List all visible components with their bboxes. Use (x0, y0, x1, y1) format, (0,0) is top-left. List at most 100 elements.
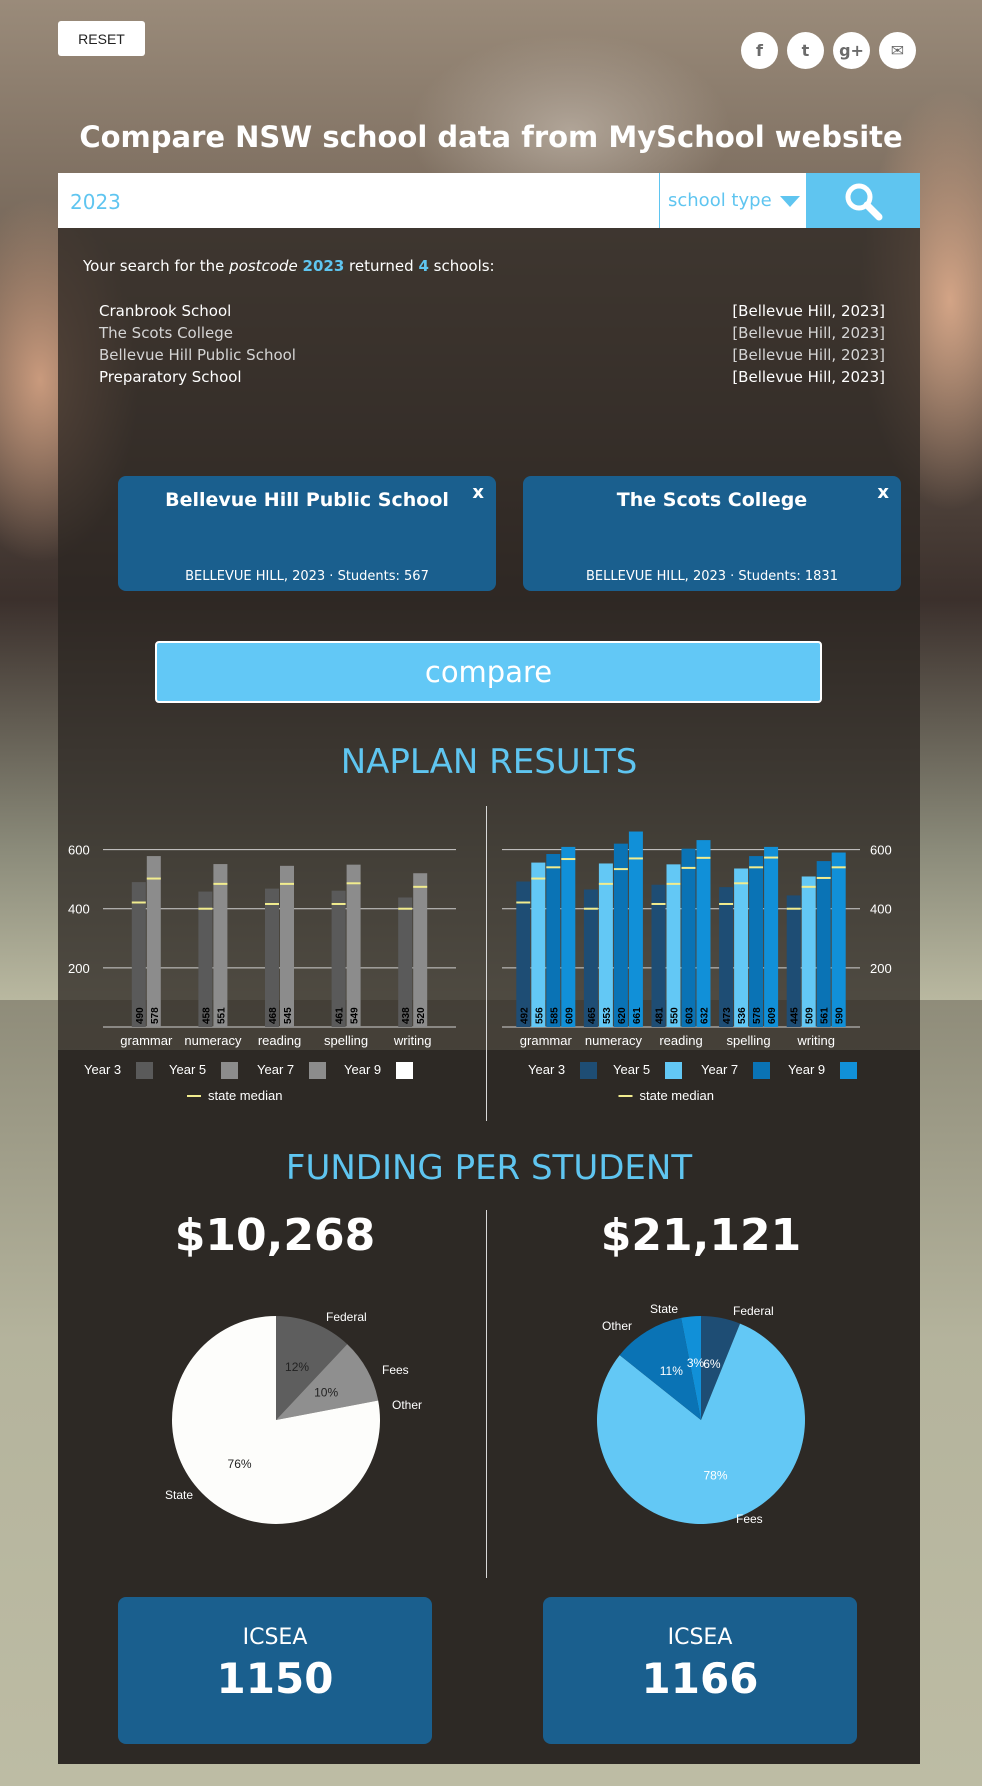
pie-percent-label: 10% (314, 1385, 338, 1399)
school-type-dropdown[interactable]: school type (659, 173, 803, 228)
pie-percent-label: 78% (703, 1468, 727, 1482)
pie-percent-label: 6% (703, 1357, 721, 1371)
search-input[interactable] (68, 189, 321, 215)
facebook-icon[interactable]: f (741, 32, 778, 69)
legend-label: state median (640, 1088, 714, 1103)
search-button[interactable] (806, 173, 920, 228)
x-tick-label: numeracy (585, 1033, 643, 1048)
bar-value-label: 609 (564, 1007, 575, 1024)
bar (280, 865, 294, 1027)
reset-button[interactable]: RESET (58, 21, 145, 56)
bar-value-label: 603 (685, 1007, 696, 1024)
bar-value-label: 561 (820, 1007, 831, 1024)
google-plus-icon[interactable]: g+ (833, 32, 870, 69)
bar-value-label: 468 (268, 1007, 279, 1024)
bar (213, 864, 228, 1027)
list-item[interactable]: The Scots College [Bellevue Hill, 2023] (99, 322, 885, 344)
x-tick-label: writing (393, 1033, 432, 1048)
bar-value-label: 590 (835, 1007, 846, 1024)
bar (666, 864, 681, 1027)
naplan-chart-right: 200 400 600 492 556 585 609 grammar 465 553 620 661… (502, 831, 892, 1103)
legend-swatch (221, 1062, 238, 1079)
bar-value-label: 549 (350, 1007, 361, 1024)
legend-swatch (136, 1062, 153, 1079)
legend-label: state median (208, 1088, 282, 1103)
pie-slice-label: State (165, 1488, 193, 1502)
y-tick-label: 200 (870, 961, 892, 976)
results-list: Cranbrook School [Bellevue Hill, 2023] Th… (99, 300, 885, 388)
legend-label: Year 9 (788, 1062, 825, 1077)
bar-value-label: 490 (135, 1007, 146, 1024)
bar-value-label: 536 (737, 1007, 748, 1024)
x-tick-label: reading (659, 1033, 702, 1048)
bar-value-label: 578 (752, 1007, 763, 1024)
school-type-label: school type (668, 190, 772, 211)
search-summary: Your search for the postcode 2023 return… (83, 257, 495, 275)
bar (749, 856, 764, 1027)
pie-percent-label: 76% (228, 1457, 252, 1471)
bar (413, 873, 428, 1027)
bar-value-label: 585 (549, 1007, 560, 1024)
bar (681, 848, 696, 1027)
bar (801, 876, 816, 1027)
twitter-icon[interactable]: t (787, 32, 824, 69)
bar (764, 846, 779, 1027)
pie-slice-label: Other (602, 1319, 632, 1333)
legend-swatch (580, 1062, 597, 1079)
school-meta: BELLEVUE HILL, 2023 · Students: 1831 (586, 569, 838, 584)
naplan-title: NAPLAN RESULTS (340, 742, 638, 782)
legend-swatch (753, 1062, 770, 1079)
legend-swatch (396, 1062, 413, 1079)
bar (265, 888, 279, 1027)
bar-value-label: 509 (805, 1007, 816, 1024)
pie-percent-label: 12% (285, 1360, 309, 1374)
x-tick-label: spelling (727, 1033, 771, 1048)
bar (628, 831, 643, 1027)
y-tick-label: 600 (68, 843, 90, 858)
bar (816, 861, 831, 1027)
y-tick-label: 600 (870, 843, 892, 858)
close-icon[interactable]: x (877, 482, 889, 503)
bar (546, 854, 561, 1027)
icsea-card: ICSEA 1166 (543, 1597, 857, 1744)
bar-value-label: 520 (416, 1007, 427, 1024)
bar-value-label: 661 (632, 1007, 643, 1024)
pie-percent-label: 11% (660, 1364, 683, 1378)
pie-slice-label: Other (392, 1398, 422, 1412)
bar (651, 884, 666, 1027)
bar-value-label: 445 (790, 1007, 801, 1024)
compare-button[interactable]: compare (155, 641, 822, 703)
bar (696, 840, 711, 1027)
selected-school-card: The Scots College x BELLEVUE HILL, 2023 … (523, 476, 901, 591)
bar (583, 889, 598, 1027)
bar-value-label: 473 (722, 1007, 733, 1024)
legend-swatch (840, 1062, 857, 1079)
search-icon (845, 183, 883, 220)
pie-slice-label: Fees (736, 1512, 763, 1526)
list-item[interactable]: Bellevue Hill Public School [Bellevue Hil… (99, 344, 885, 366)
mail-icon[interactable]: ✉ (879, 32, 916, 69)
divider (486, 1210, 487, 1578)
close-icon[interactable]: x (472, 482, 484, 503)
x-tick-label: grammar (120, 1033, 173, 1048)
funding-pie-left: 12% Federal 10% Fees Other 76% State (165, 1310, 422, 1524)
bar-value-label: 620 (617, 1007, 628, 1024)
bar-value-label: 458 (201, 1007, 212, 1024)
y-tick-label: 400 (870, 902, 892, 917)
legend-label: Year 9 (344, 1062, 381, 1077)
bar-value-label: 438 (401, 1007, 412, 1024)
x-tick-label: writing (796, 1033, 835, 1048)
bar (719, 887, 734, 1027)
x-tick-label: numeracy (184, 1033, 242, 1048)
icsea-card: ICSEA 1150 (118, 1597, 432, 1744)
legend-swatch (665, 1062, 682, 1079)
bar (598, 863, 613, 1027)
bar-value-label: 481 (655, 1007, 666, 1024)
icsea-value: 1150 (216, 1654, 334, 1703)
bar-value-label: 492 (519, 1007, 530, 1024)
list-item[interactable]: Preparatory School [Bellevue Hill, 2023] (99, 366, 885, 388)
selected-school-card: Bellevue Hill Public School x BELLEVUE H… (118, 476, 496, 591)
icsea-label: ICSEA (667, 1625, 733, 1650)
list-item[interactable]: Cranbrook School [Bellevue Hill, 2023] (99, 300, 885, 322)
legend-label: Year 3 (528, 1062, 565, 1077)
